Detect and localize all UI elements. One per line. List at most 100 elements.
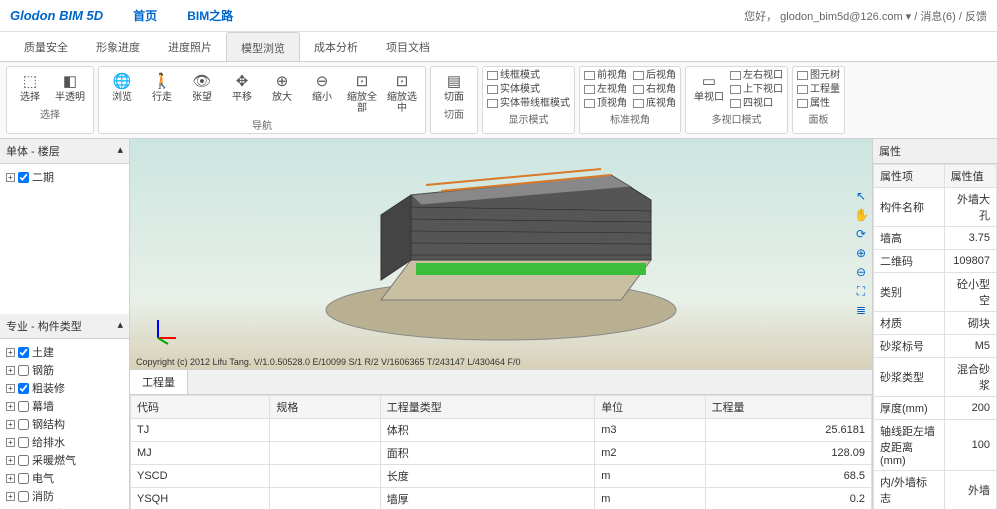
tbtn-single[interactable]: ▭单视口 <box>690 69 728 105</box>
tree-item[interactable]: +给排水 <box>6 433 123 451</box>
user-info: 您好， glodon_bim5d@126.com ▾ / 消息(6) / 反馈 <box>744 8 987 24</box>
tool-hand-icon[interactable]: ✋ <box>854 208 868 222</box>
table-row[interactable]: MJ面积m2128.09 <box>131 442 872 465</box>
tg-g6: ▭单视口左右视口上下视口四视口多视口模式 <box>685 66 788 134</box>
prop-row: 砂浆类型混合砂浆 <box>874 358 997 397</box>
mini-item[interactable]: 前视角 <box>584 69 627 82</box>
props-title: 属性 <box>879 143 901 159</box>
tab-4[interactable]: 成本分析 <box>300 32 372 61</box>
user-link[interactable]: glodon_bim5d@126.com ▾ <box>780 11 911 23</box>
tree-item[interactable]: +钢结构 <box>6 415 123 433</box>
prop-row: 墙高3.75 <box>874 227 997 250</box>
tree-item[interactable]: +钢筋 <box>6 361 123 379</box>
tbtn[interactable]: ⬚选择 <box>11 69 49 105</box>
tool-fit-icon[interactable]: ⛶ <box>854 284 868 298</box>
tbtn[interactable]: 🚶行走 <box>143 69 181 105</box>
table-row[interactable]: YSQH墙厚m0.2 <box>131 488 872 509</box>
mini-item[interactable]: 工程量 <box>797 83 840 96</box>
left-sidebar: 单体 - 楼层▴ +二期 专业 - 构件类型▴ +土建+钢筋+粗装修+幕墙+钢结… <box>0 139 130 509</box>
tree-item[interactable]: +消防 <box>6 487 123 505</box>
mini-item[interactable]: 四视口 <box>730 97 783 110</box>
mini-item[interactable]: 顶视角 <box>584 97 627 110</box>
tab-3[interactable]: 模型浏览 <box>226 32 300 61</box>
tree-item[interactable]: +粗装修 <box>6 379 123 397</box>
tg-g2: 🌐浏览🚶行走👁张望✥平移⊕放大⊖缩小⊡缩放全部⊡缩放选中导航 <box>98 66 426 134</box>
mini-item[interactable]: 右视角 <box>633 83 676 96</box>
properties-table: 属性项属性值构件名称外墙大孔墙高3.75二维码109807类别砼小型空材质砌块砂… <box>873 164 997 509</box>
tbtn[interactable]: ◧半透明 <box>51 69 89 105</box>
tbtn[interactable]: ▤切面 <box>435 69 473 105</box>
tab-5[interactable]: 项目文档 <box>372 32 444 61</box>
tool-orbit-icon[interactable]: ⟳ <box>854 227 868 241</box>
prop-row: 构件名称外墙大孔 <box>874 188 997 227</box>
prop-row: 轴线距左墙皮距离(mm)100 <box>874 420 997 471</box>
prop-row: 内/外墙标志外墙 <box>874 471 997 509</box>
tg-g5: 前视角后视角左视角右视角顶视角底视角标准视角 <box>579 66 681 134</box>
nav-links: 首页 BIM之路 <box>133 7 233 24</box>
tool-zoomout-icon[interactable]: ⊖ <box>854 265 868 279</box>
tree-item[interactable]: +采暖燃气 <box>6 451 123 469</box>
tbtn[interactable]: ⊕放大 <box>263 69 301 105</box>
tbtn[interactable]: ✥平移 <box>223 69 261 105</box>
table-row[interactable]: YSCD长度m68.5 <box>131 465 872 488</box>
mini-item[interactable]: 上下视口 <box>730 83 783 96</box>
header: Glodon BIM 5D 首页 BIM之路 您好， glodon_bim5d@… <box>0 0 997 32</box>
mini-item[interactable]: 线框模式 <box>487 69 570 82</box>
mini-item[interactable]: 底视角 <box>633 97 676 110</box>
feedback-link[interactable]: 反馈 <box>965 11 987 23</box>
center-area: Copyright (c) 2012 Lifu Tang. V/1.0.5052… <box>130 139 872 509</box>
tab-0[interactable]: 质量安全 <box>10 32 82 61</box>
prop-row: 类别砼小型空 <box>874 273 997 312</box>
building-model <box>311 145 691 345</box>
tree-types: +土建+钢筋+粗装修+幕墙+钢结构+给排水+采暖燃气+电气+消防+通风空调+智控… <box>0 339 129 509</box>
tree-floors: +二期 <box>0 164 129 314</box>
tool-arrow-icon[interactable]: ↖ <box>854 189 868 203</box>
nav-bim[interactable]: BIM之路 <box>187 7 233 24</box>
messages-link[interactable]: 消息(6) <box>920 11 955 23</box>
axis-gizmo <box>150 316 180 351</box>
tbtn[interactable]: ⊖缩小 <box>303 69 341 105</box>
viewer-tools: ↖ ✋ ⟳ ⊕ ⊖ ⛶ ≣ <box>854 189 868 317</box>
mini-item[interactable]: 属性 <box>797 97 840 110</box>
tree-item[interactable]: +电气 <box>6 469 123 487</box>
tbtn[interactable]: 👁张望 <box>183 69 221 105</box>
tool-layers-icon[interactable]: ≣ <box>854 303 868 317</box>
tbtn[interactable]: ⊡缩放选中 <box>383 69 421 116</box>
quantity-panel: 工程量 代码规格工程量类型单位工程量TJ体积m325.6181MJ面积m2128… <box>130 369 872 509</box>
tg-g3: ▤切面切面 <box>430 66 478 134</box>
3d-viewer[interactable]: Copyright (c) 2012 Lifu Tang. V/1.0.5052… <box>130 139 872 369</box>
prop-row: 砂浆标号M5 <box>874 335 997 358</box>
viewer-copyright: Copyright (c) 2012 Lifu Tang. V/1.0.5052… <box>136 357 520 367</box>
mini-item[interactable]: 左右视口 <box>730 69 783 82</box>
qty-tab[interactable]: 工程量 <box>130 370 188 394</box>
mini-item[interactable]: 图元树 <box>797 69 840 82</box>
tool-zoomin-icon[interactable]: ⊕ <box>854 246 868 260</box>
panel-types-header: 专业 - 构件类型▴ <box>0 314 129 339</box>
tbtn[interactable]: 🌐浏览 <box>103 69 141 105</box>
toolbar: ⬚选择◧半透明选择🌐浏览🚶行走👁张望✥平移⊕放大⊖缩小⊡缩放全部⊡缩放选中导航▤… <box>0 62 997 139</box>
quantity-table: 代码规格工程量类型单位工程量TJ体积m325.6181MJ面积m2128.09Y… <box>130 395 872 509</box>
tree-item[interactable]: +幕墙 <box>6 397 123 415</box>
prop-row: 材质砌块 <box>874 312 997 335</box>
tbtn[interactable]: ⊡缩放全部 <box>343 69 381 116</box>
mini-item[interactable]: 实体带线框模式 <box>487 97 570 110</box>
main-tabs: 质量安全形象进度进度照片模型浏览成本分析项目文档 <box>0 32 997 62</box>
mini-item[interactable]: 实体模式 <box>487 83 570 96</box>
prop-row: 厚度(mm)200 <box>874 397 997 420</box>
tree-item[interactable]: +土建 <box>6 343 123 361</box>
tree-item[interactable]: +通风空调 <box>6 505 123 509</box>
tab-1[interactable]: 形象进度 <box>82 32 154 61</box>
table-row[interactable]: TJ体积m325.6181 <box>131 419 872 442</box>
nav-home[interactable]: 首页 <box>133 7 157 24</box>
properties-panel: 属性 属性项属性值构件名称外墙大孔墙高3.75二维码109807类别砼小型空材质… <box>872 139 997 509</box>
logo: Glodon BIM 5D <box>10 8 103 23</box>
prop-row: 二维码109807 <box>874 250 997 273</box>
tree-item[interactable]: +二期 <box>6 168 123 186</box>
mini-item[interactable]: 后视角 <box>633 69 676 82</box>
panel-floors-header: 单体 - 楼层▴ <box>0 139 129 164</box>
mini-item[interactable]: 左视角 <box>584 83 627 96</box>
tg-g1: ⬚选择◧半透明选择 <box>6 66 94 134</box>
tg-g4: 线框模式实体模式实体带线框模式显示模式 <box>482 66 575 134</box>
tab-2[interactable]: 进度照片 <box>154 32 226 61</box>
tg-g7: 图元树工程量属性面板 <box>792 66 845 134</box>
